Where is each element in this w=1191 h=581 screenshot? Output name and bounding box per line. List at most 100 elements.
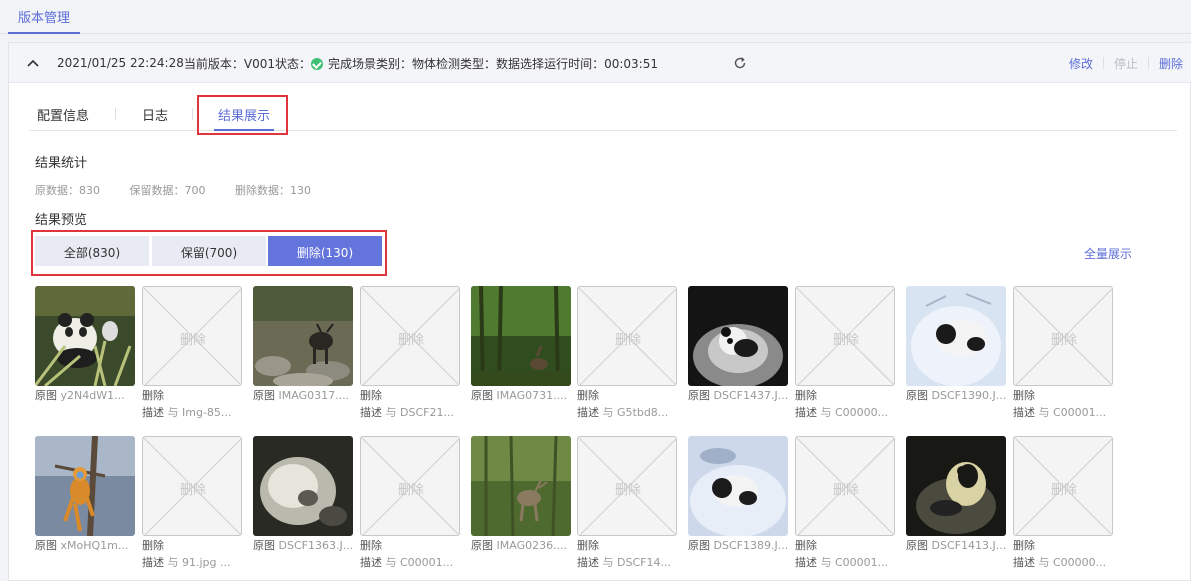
tab-config-info[interactable]: 配置信息	[37, 95, 89, 131]
caption-key: 删除	[360, 539, 382, 552]
top-tab-bar: 版本管理	[0, 0, 1191, 34]
placeholder-text: 删除	[614, 483, 641, 498]
caption-key: 删除	[142, 389, 164, 402]
highlight-box-filters	[31, 230, 387, 276]
deleted-placeholder[interactable]: 删除	[795, 436, 895, 536]
original-thumbnail[interactable]	[471, 286, 571, 386]
tab-version-management[interactable]: 版本管理	[8, 0, 81, 34]
scene-category: 场景类别：物体检测	[352, 56, 461, 71]
caption-filename: xMoHQ1m...	[60, 539, 129, 552]
deleted-placeholder[interactable]: 删除	[577, 286, 677, 386]
divider	[192, 108, 193, 120]
image-caption: 删除 描述 与 C00001...	[1013, 387, 1123, 421]
original-thumbnail[interactable]	[35, 286, 135, 386]
caption-key: 删除	[577, 389, 599, 402]
caption-key: 删除	[142, 539, 164, 552]
deleted-count: 删除数据：130	[235, 184, 311, 197]
stop-button[interactable]: 停止	[1104, 55, 1148, 72]
placeholder-text: 删除	[179, 333, 206, 348]
caption-desc: 与 DSCF14...	[602, 556, 671, 569]
image-caption: 删除描述 与 C00001...	[795, 537, 905, 571]
image-caption: 原图 IMAG0236....	[471, 537, 581, 554]
original-thumbnail[interactable]	[688, 286, 788, 386]
image-caption: 原图 y2N4dW1...	[35, 387, 145, 404]
preview-title: 结果预览	[35, 213, 88, 228]
image-caption: 删除 描述 与 C00000...	[1013, 537, 1123, 571]
highlight-box-tab	[197, 95, 288, 135]
version-info-bar: 2021/01/25 22:24:28 当前版本：V001 状态： 完成 场景类…	[9, 43, 1191, 83]
original-thumbnail[interactable]	[688, 436, 788, 536]
stats-title: 结果统计	[35, 156, 88, 171]
caption-desc: 与 C00001...	[820, 556, 889, 569]
caption-desc-key: 描述	[360, 556, 382, 569]
caption-desc: 与 DSCF21...	[385, 406, 454, 419]
version-info: 2021/01/25 22:24:28 当前版本：V001 状态： 完成 场景类…	[57, 43, 658, 83]
image-caption: 删除描述 与 DSCF21...	[360, 387, 470, 421]
deleted-placeholder[interactable]: 删除	[360, 286, 460, 386]
caption-key: 删除	[795, 389, 817, 402]
caption-key: 原图	[688, 539, 710, 552]
image-caption: 原图 IMAG0317....	[253, 387, 363, 404]
caption-key: 原图	[471, 389, 493, 402]
caption-key: 删除	[577, 539, 599, 552]
caption-desc-key: 描述	[795, 406, 817, 419]
caption-filename: y2N4dW1...	[60, 389, 125, 402]
original-thumbnail[interactable]	[471, 436, 571, 536]
refresh-icon[interactable]	[732, 55, 748, 71]
image-caption: 删除 描述 与 C00001...	[360, 537, 470, 571]
caption-desc-key: 描述	[1013, 556, 1035, 569]
caption-filename: DSCF1413.J...	[931, 539, 1007, 552]
original-thumbnail[interactable]	[906, 436, 1006, 536]
placeholder-text: 删除	[1050, 333, 1077, 348]
original-thumbnail[interactable]	[253, 436, 353, 536]
caption-desc-key: 描述	[577, 406, 599, 419]
chevron-up-icon[interactable]	[25, 55, 41, 71]
caption-desc: 与 C00000...	[820, 406, 889, 419]
original-thumbnail[interactable]	[906, 286, 1006, 386]
image-caption: 原图 DSCF1437.J...	[688, 387, 798, 404]
deleted-placeholder[interactable]: 删除	[1013, 436, 1113, 536]
original-thumbnail[interactable]	[35, 436, 135, 536]
caption-desc: 与 91.jpg ...	[167, 556, 231, 569]
caption-desc-key: 描述	[795, 556, 817, 569]
run-time: 运行时间：00:03:51	[544, 56, 658, 71]
edit-button[interactable]: 修改	[1059, 55, 1103, 72]
tab-log[interactable]: 日志	[142, 95, 168, 131]
image-caption: 删除 描述 与 G5tbd8...	[577, 387, 687, 421]
version-actions: 修改 停止 删除	[1059, 43, 1183, 83]
caption-desc-key: 描述	[360, 406, 382, 419]
deleted-placeholder[interactable]: 删除	[360, 436, 460, 536]
raw-count: 原数据：830	[35, 184, 100, 197]
success-check-icon	[311, 57, 324, 70]
deleted-placeholder[interactable]: 删除	[577, 436, 677, 536]
deleted-placeholder[interactable]: 删除	[795, 286, 895, 386]
current-version: 当前版本：V001	[183, 56, 275, 71]
caption-key: 删除	[795, 539, 817, 552]
deleted-placeholder[interactable]: 删除	[142, 286, 242, 386]
caption-filename: IMAG0731....	[496, 389, 568, 402]
placeholder-text: 删除	[614, 333, 641, 348]
deleted-placeholder[interactable]: 删除	[142, 436, 242, 536]
image-caption: 原图 DSCF1413.J...	[906, 537, 1016, 554]
caption-key: 原图	[253, 539, 275, 552]
caption-key: 原图	[471, 539, 493, 552]
deleted-placeholder[interactable]: 删除	[1013, 286, 1113, 386]
placeholder-text: 删除	[832, 333, 859, 348]
caption-desc: 与 Img-85...	[167, 406, 232, 419]
caption-key: 原图	[35, 539, 57, 552]
caption-filename: IMAG0236....	[496, 539, 568, 552]
full-view-link[interactable]: 全量展示	[1084, 245, 1132, 262]
caption-filename: DSCF1437.J...	[713, 389, 789, 402]
caption-key: 删除	[1013, 539, 1035, 552]
caption-key: 删除	[360, 389, 382, 402]
task-type: 类型：数据选择	[460, 56, 545, 71]
caption-key: 原图	[688, 389, 710, 402]
caption-desc-key: 描述	[577, 556, 599, 569]
placeholder-text: 删除	[1050, 483, 1077, 498]
original-thumbnail[interactable]	[253, 286, 353, 386]
image-caption: 删除描述 与 C00000...	[795, 387, 905, 421]
image-caption: 原图 DSCF1363.J...	[253, 537, 363, 554]
delete-button[interactable]: 删除	[1149, 55, 1183, 72]
caption-key: 原图	[35, 389, 57, 402]
version-panel: 2021/01/25 22:24:28 当前版本：V001 状态： 完成 场景类…	[8, 42, 1191, 581]
